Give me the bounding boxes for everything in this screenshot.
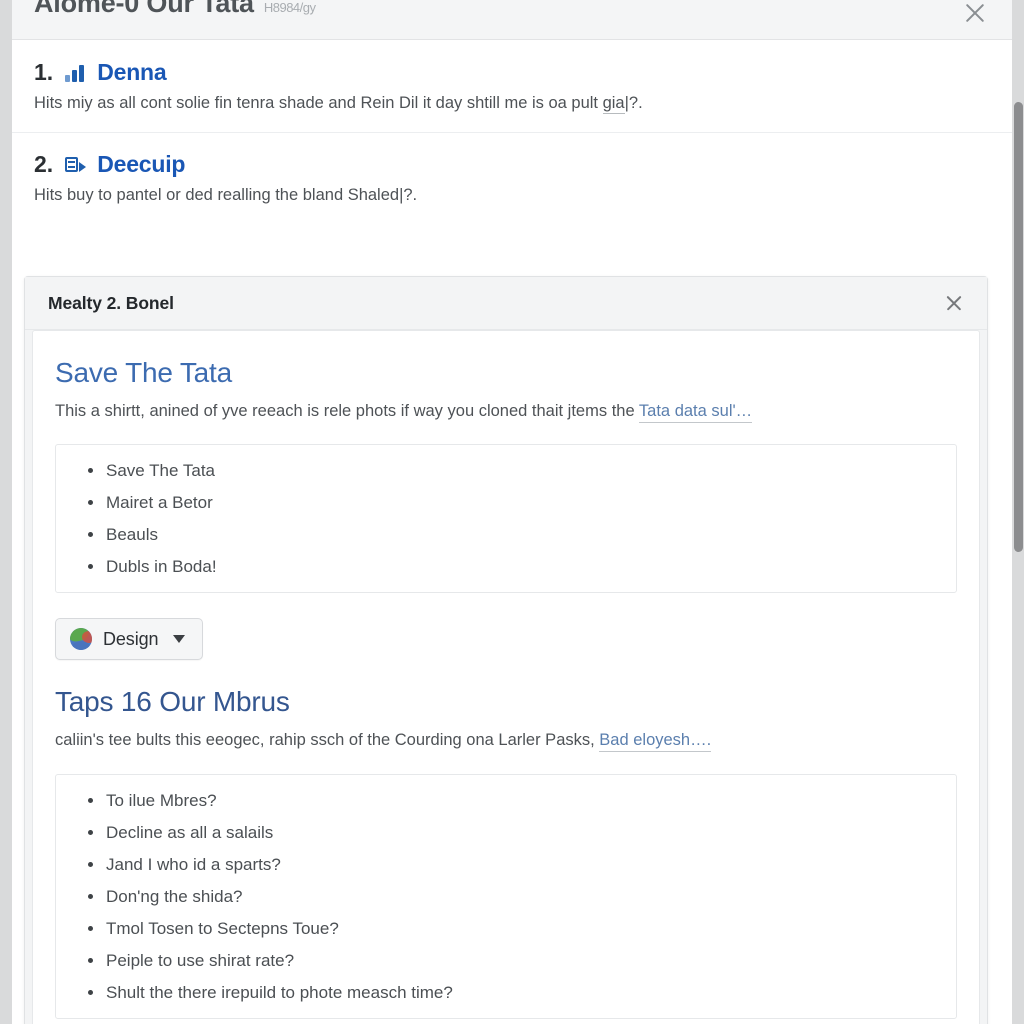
list-item: To ilue Mbres? — [78, 792, 934, 809]
list-item[interactable]: 2. Deecuip Hits buy to pantel or ded rea… — [12, 132, 1012, 224]
panel-close-button[interactable] — [939, 288, 969, 318]
vertical-scrollbar-thumb[interactable] — [1014, 102, 1023, 552]
globe-icon — [70, 628, 92, 651]
design-dropdown-button[interactable]: Design — [55, 618, 204, 661]
panel-body: Save The Tata This a shirtt, anined of y… — [32, 330, 980, 1024]
list-item: Decline as all a salails — [78, 824, 934, 841]
bullet-list: Save The Tata Mairet a Betor Beauls Dubl… — [78, 462, 934, 575]
left-gutter — [0, 0, 12, 1024]
panel-title: Mealty 2. Bonel — [48, 292, 174, 313]
description-text: Hits miy as all cont solie fin tenra sha… — [34, 94, 603, 112]
page-title: Alome-0 Our Tata H8984/gy — [34, 0, 316, 19]
list-item: Dubls in Boda! — [78, 558, 934, 575]
list-item[interactable]: 1. Denna Hits miy as all cont solie fin … — [12, 41, 1012, 132]
list-item: Mairet a Betor — [78, 494, 934, 511]
section-heading: Save The Tata — [55, 357, 232, 388]
section-description-text: This a shirtt, anined of yve reeach is r… — [55, 402, 639, 420]
section-heading: Taps 16 Our Mbrus — [55, 686, 290, 718]
section-description: This a shirtt, anined of yve reeach is r… — [55, 400, 957, 423]
section-description-text: caliin's tee bults this eeogec, rahip ss… — [55, 731, 600, 750]
list-item: Jand I who id a sparts? — [78, 856, 934, 873]
list-item: Save The Tata — [78, 462, 934, 479]
list-item: Shult the there irepuild to phote measch… — [78, 984, 934, 1001]
page-title-subtitle: H8984/gy — [263, 0, 316, 15]
numbered-list: 1. Denna Hits miy as all cont solie fin … — [12, 41, 1012, 225]
close-icon — [958, 0, 992, 30]
inner-modal-panel: Mealty 2. Bonel Save The Tata This a shi… — [24, 276, 988, 1024]
section-description: caliin's tee bults this eeogec, rahip ss… — [55, 729, 957, 753]
section-link[interactable]: Bad eloyesh…. — [599, 731, 712, 753]
list-item-index: 2. — [34, 151, 54, 178]
bullet-list: To ilue Mbres? Decline as all a salails … — [78, 792, 934, 1001]
bullet-card: Save The Tata Mairet a Betor Beauls Dubl… — [55, 444, 957, 594]
list-item-title[interactable]: Denna — [97, 61, 166, 84]
window-title-bar: Alome-0 Our Tata H8984/gy — [12, 0, 1012, 40]
close-icon — [939, 288, 969, 318]
section-link[interactable]: Tata data sul'… — [638, 402, 753, 423]
page-title-text: Alome-0 Our Tata — [34, 0, 254, 18]
list-item-title[interactable]: Deecuip — [97, 153, 185, 176]
vertical-scrollbar-track[interactable] — [1012, 0, 1024, 1024]
list-item: Peiple to use shirat rate? — [78, 952, 934, 969]
panel-header: Mealty 2. Bonel — [25, 277, 987, 330]
list-item: Beauls — [78, 526, 934, 543]
window-close-button[interactable] — [958, 0, 992, 30]
list-item-header: 1. Denna — [34, 61, 982, 84]
bullet-card: To ilue Mbres? Decline as all a salails … — [55, 773, 957, 1019]
description-tail: |?. — [624, 94, 643, 112]
list-item: Tmol Tosen to Sectepns Toue? — [78, 920, 934, 937]
list-item: Don'ng the shida? — [78, 888, 934, 905]
bar-chart-icon — [64, 63, 86, 83]
app-root: Alome-0 Our Tata H8984/gy 1. Denna Hits m… — [0, 0, 1024, 1024]
inline-link[interactable]: gia — [602, 94, 625, 114]
list-item-index: 1. — [34, 59, 54, 85]
list-item-description: Hits miy as all cont solie fin tenra sha… — [34, 93, 982, 114]
list-item-header: 2. Deecuip — [34, 153, 982, 176]
list-item-description: Hits buy to pantel or ded realling the b… — [34, 186, 418, 205]
design-dropdown-label: Design — [103, 628, 159, 649]
chevron-down-icon — [173, 635, 186, 644]
form-arrow-icon — [64, 155, 87, 175]
